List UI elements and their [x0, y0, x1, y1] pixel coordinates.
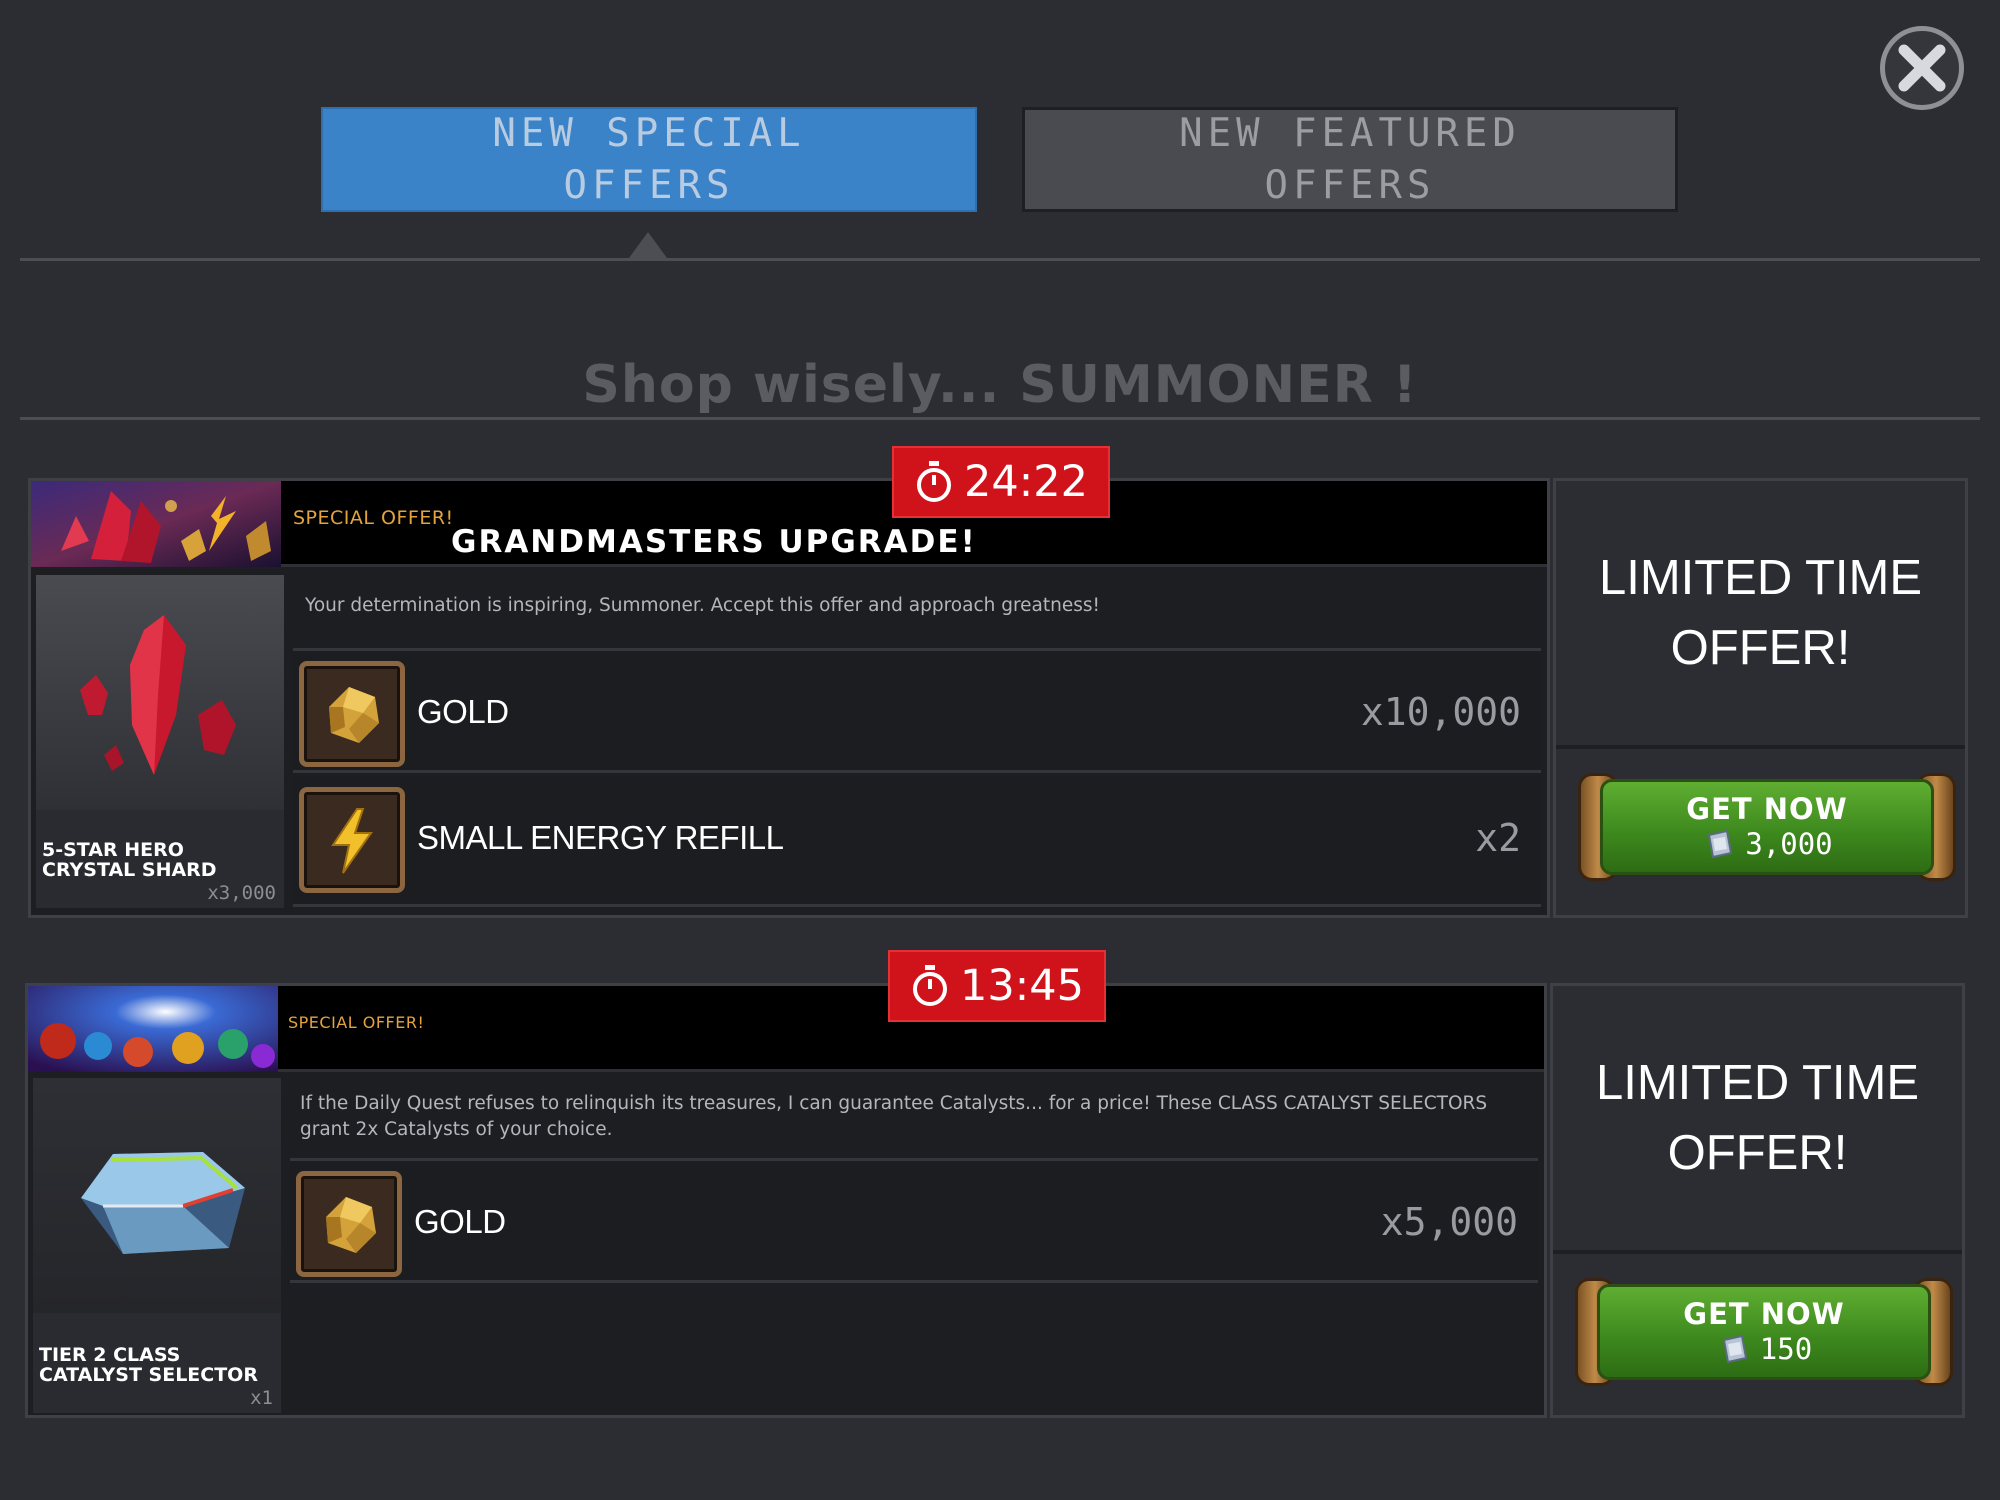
tab-label: NEW SPECIAL OFFERS: [492, 110, 806, 208]
special-offer-label: SPECIAL OFFER!: [293, 507, 454, 529]
offer-banner: SPECIAL OFFER!: [28, 986, 1544, 1072]
item-quantity: x1: [250, 1387, 273, 1409]
button-label: GET NOW: [1686, 792, 1848, 826]
tab-new-featured-offers[interactable]: NEW FEATURED OFFERS: [1022, 107, 1678, 212]
divider: [20, 417, 1980, 420]
stopwatch-icon: [913, 965, 948, 1006]
units-icon: [1722, 1334, 1747, 1364]
timer-value: 13:45: [960, 961, 1084, 1011]
crystal-shard-icon: [80, 615, 236, 775]
button-body: GET NOW 150: [1597, 1284, 1931, 1380]
offer-timer: 13:45: [888, 950, 1106, 1022]
limited-time-text: LIMITED TIME OFFER!: [1598, 551, 1923, 675]
banner-art: [28, 986, 278, 1072]
divider: [20, 258, 1980, 261]
price-value: 3,000: [1745, 827, 1833, 861]
units-icon: [1708, 829, 1733, 859]
button-price: 3,000: [1701, 826, 1833, 862]
tab-new-special-offers[interactable]: NEW SPECIAL OFFERS: [321, 107, 977, 212]
offer-side-panel: LIMITED TIME OFFER! GET NOW 3,000: [1553, 478, 1968, 918]
gold-icon: [326, 1197, 376, 1253]
offer-side-panel: LIMITED TIME OFFER! GET NOW 150: [1550, 983, 1965, 1418]
offer-title: GRANDMASTERS UPGRADE!: [451, 524, 977, 560]
offer-description: If the Daily Quest refuses to relinquish…: [290, 1083, 1538, 1161]
special-offer-label: SPECIAL OFFER!: [288, 1013, 425, 1032]
item-quantity: x3,000: [207, 882, 276, 904]
item-card: 5-STAR HERO CRYSTAL SHARD x3,000: [36, 575, 284, 908]
limited-time-label: LIMITED TIME OFFER!: [1553, 986, 1962, 1254]
tagline: Shop wisely... SUMMONER !: [582, 355, 1418, 415]
active-tab-pointer: [629, 232, 667, 258]
get-now-button[interactable]: GET NOW 150: [1575, 1278, 1953, 1386]
reward-icon-frame: [296, 1171, 402, 1277]
offer-panel: SPECIAL OFFER! GRANDMASTERS UPGRADE! 5-S…: [28, 478, 1550, 918]
stopwatch-icon: [917, 461, 952, 502]
offer-card: SPECIAL OFFER! GRANDMASTERS UPGRADE! 5-S…: [28, 446, 1968, 918]
crystal-banner-image: [31, 481, 281, 567]
button-price: 150: [1716, 1331, 1812, 1367]
close-icon: [1898, 44, 1946, 92]
price-value: 150: [1759, 1332, 1813, 1366]
offer-description: Your determination is inspiring, Summone…: [293, 581, 1541, 651]
item-card: TIER 2 CLASS CATALYST SELECTOR x1: [33, 1078, 281, 1413]
reward-quantity: x5,000: [1380, 1200, 1518, 1244]
button-label: GET NOW: [1683, 1297, 1845, 1331]
reward-row: GOLD x10,000: [293, 651, 1541, 773]
reward-label: GOLD: [417, 693, 509, 730]
energy-icon: [331, 808, 373, 874]
banner-art: [31, 481, 281, 567]
item-art: [36, 575, 284, 810]
offer-banner: SPECIAL OFFER! GRANDMASTERS UPGRADE!: [31, 481, 1547, 567]
item-art: [33, 1078, 281, 1313]
gold-icon: [329, 687, 379, 743]
reward-row: SMALL ENERGY REFILL x2: [293, 777, 1541, 907]
offer-panel: SPECIAL OFFER! TIER 2 CLASS CATALYST SEL…: [25, 983, 1547, 1418]
catalyst-selector-icon: [81, 1152, 245, 1254]
close-button[interactable]: [1880, 26, 1964, 110]
reward-row: GOLD x5,000: [290, 1161, 1538, 1283]
offer-timer: 24:22: [892, 446, 1110, 518]
reward-quantity: x2: [1475, 816, 1521, 860]
reward-icon-frame: [299, 787, 405, 893]
limited-time-text: LIMITED TIME OFFER!: [1595, 1056, 1920, 1180]
tab-label: NEW FEATURED OFFERS: [1179, 110, 1521, 208]
reward-label: SMALL ENERGY REFILL: [417, 819, 784, 856]
item-name: TIER 2 CLASS CATALYST SELECTOR: [39, 1344, 258, 1386]
offer-card: SPECIAL OFFER! TIER 2 CLASS CATALYST SEL…: [25, 950, 1968, 1418]
reward-quantity: x10,000: [1360, 690, 1521, 734]
item-name: 5-STAR HERO CRYSTAL SHARD: [42, 839, 217, 881]
heroes-banner-image: [28, 986, 278, 1072]
get-now-button[interactable]: GET NOW 3,000: [1578, 773, 1956, 881]
reward-label: GOLD: [414, 1203, 506, 1240]
button-body: GET NOW 3,000: [1600, 779, 1934, 875]
timer-value: 24:22: [964, 457, 1088, 507]
reward-icon-frame: [299, 661, 405, 767]
limited-time-label: LIMITED TIME OFFER!: [1556, 481, 1965, 749]
